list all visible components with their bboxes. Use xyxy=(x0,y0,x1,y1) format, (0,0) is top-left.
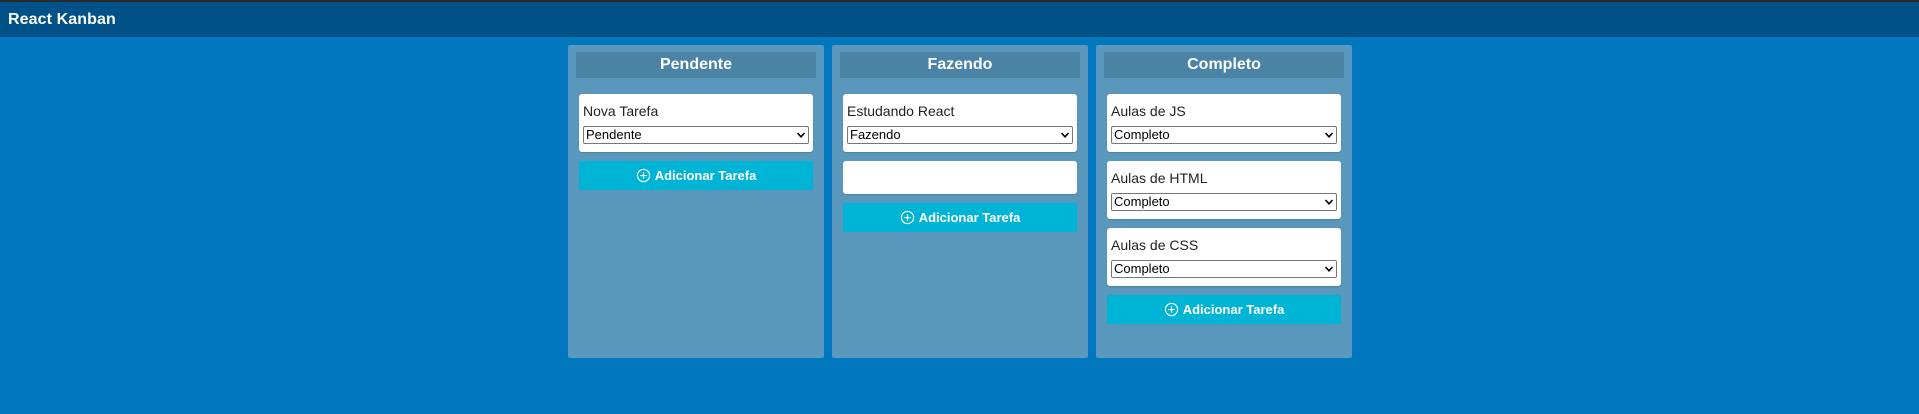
column-pendente: Pendente Nova Tarefa Pendente Adicionar … xyxy=(568,45,824,358)
column-title: Completo xyxy=(1104,52,1344,78)
app-header: React Kanban xyxy=(0,2,1919,37)
task-card[interactable]: Aulas de HTML Completo xyxy=(1107,161,1341,219)
status-select-value: Completo xyxy=(1114,194,1170,209)
chevron-down-icon xyxy=(1324,132,1334,138)
add-task-label: Adicionar Tarefa xyxy=(654,168,757,183)
task-title: Aulas de HTML xyxy=(1111,170,1208,186)
status-select[interactable]: Pendente xyxy=(583,126,809,144)
column-title: Pendente xyxy=(576,52,816,78)
task-card[interactable]: Aulas de CSS Completo xyxy=(1107,228,1341,286)
column-completo: Completo Aulas de JS Completo Aulas de H… xyxy=(1096,45,1352,358)
chevron-down-icon xyxy=(1324,266,1334,272)
plus-circle-icon xyxy=(636,168,650,183)
task-title: Aulas de JS xyxy=(1111,103,1186,119)
task-title: Aulas de CSS xyxy=(1111,237,1199,253)
column-fazendo: Fazendo Estudando React Fazendo Adiciona… xyxy=(832,45,1088,358)
add-task-label: Adicionar Tarefa xyxy=(918,210,1021,225)
add-task-label: Adicionar Tarefa xyxy=(1182,302,1285,317)
status-select[interactable]: Completo xyxy=(1111,193,1337,211)
status-select[interactable]: Completo xyxy=(1111,260,1337,278)
task-card[interactable]: Aulas de JS Completo xyxy=(1107,94,1341,152)
status-select[interactable]: Completo xyxy=(1111,126,1337,144)
plus-circle-icon xyxy=(900,210,914,225)
chevron-down-icon xyxy=(1324,199,1334,205)
chevron-down-icon xyxy=(1060,132,1070,138)
task-title: Estudando React xyxy=(847,103,955,119)
status-select[interactable]: Fazendo xyxy=(847,126,1073,144)
card-list: Aulas de JS Completo Aulas de HTML Compl… xyxy=(1104,94,1344,286)
task-card[interactable]: Nova Tarefa Pendente xyxy=(579,94,813,152)
status-select-value: Completo xyxy=(1114,127,1170,142)
kanban-board: Pendente Nova Tarefa Pendente Adicionar … xyxy=(568,45,1352,358)
add-task-button[interactable]: Adicionar Tarefa xyxy=(843,203,1077,232)
status-select-value: Pendente xyxy=(586,127,642,142)
status-select-value: Completo xyxy=(1114,261,1170,276)
empty-task-card[interactable] xyxy=(843,161,1077,194)
task-title: Nova Tarefa xyxy=(583,103,659,119)
status-select-value: Fazendo xyxy=(850,127,901,142)
card-list: Estudando React Fazendo xyxy=(840,94,1080,194)
task-card[interactable]: Estudando React Fazendo xyxy=(843,94,1077,152)
add-task-button[interactable]: Adicionar Tarefa xyxy=(1107,295,1341,324)
column-title: Fazendo xyxy=(840,52,1080,78)
plus-circle-icon xyxy=(1164,302,1178,317)
card-list: Nova Tarefa Pendente xyxy=(576,94,816,152)
chevron-down-icon xyxy=(796,132,806,138)
app-title: React Kanban xyxy=(8,10,116,28)
add-task-button[interactable]: Adicionar Tarefa xyxy=(579,161,813,190)
